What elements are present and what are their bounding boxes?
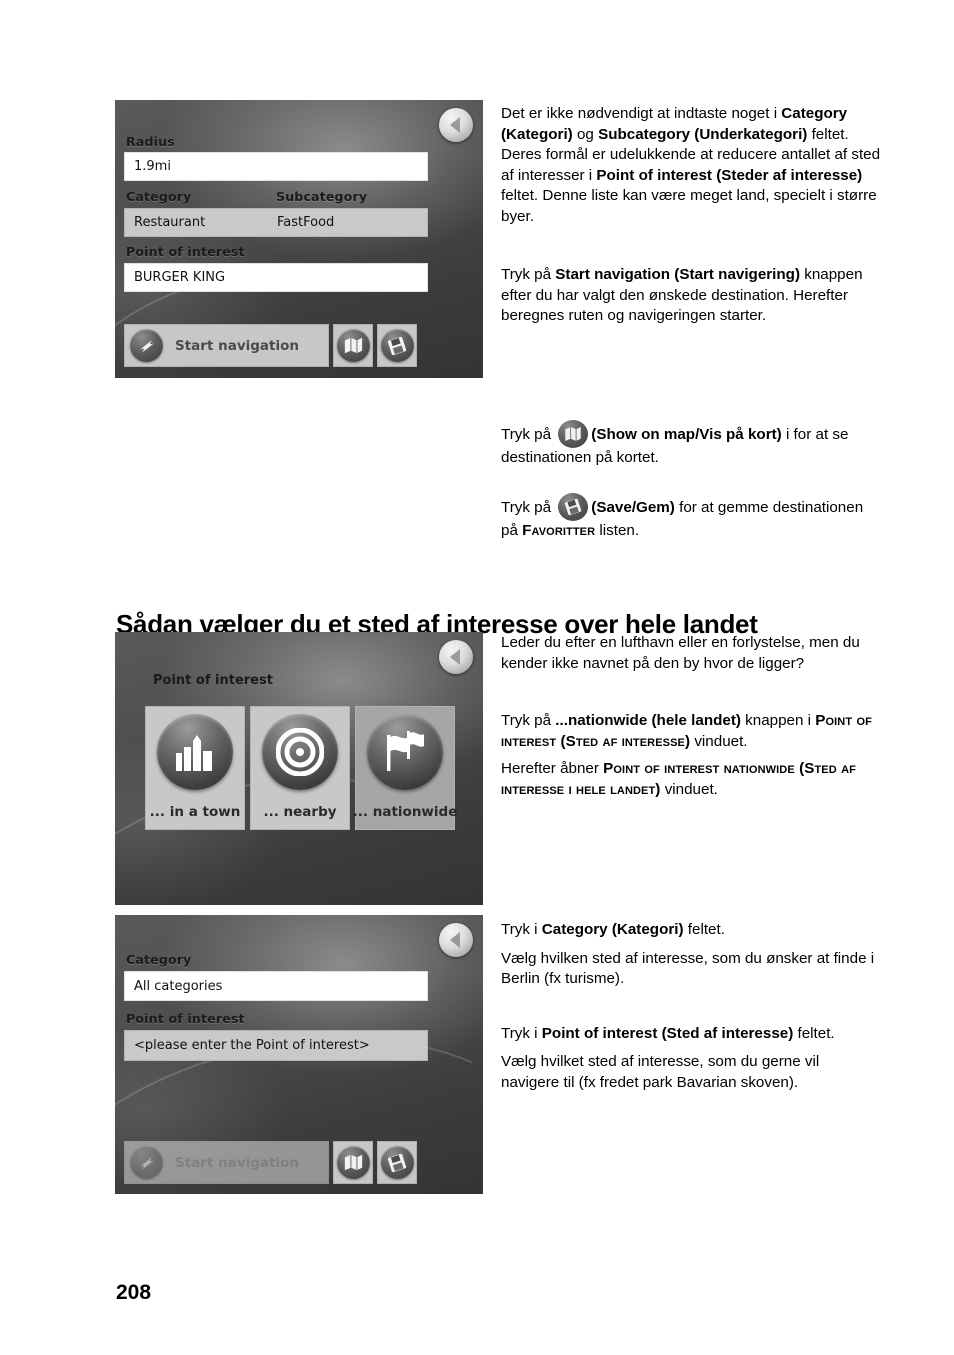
t: Point of interest (Sted af interesse): [541, 1024, 794, 1042]
paragraph-3: Tryk på (Show on map/Vis på kort) i for …: [501, 420, 881, 469]
paragraph-3: Tryk i Point of interest (Sted af intere…: [501, 1024, 881, 1045]
t: Category (Kategori): [541, 921, 684, 938]
t: Favoritter: [522, 521, 596, 539]
subcategory-label: Subcategory: [276, 189, 368, 204]
page-number: 208: [116, 1281, 152, 1304]
show-on-map-icon: [336, 1146, 370, 1179]
t: vinduet.: [690, 732, 748, 750]
t: feltet.: [683, 921, 725, 938]
t: Tryk på: [501, 266, 556, 283]
tile-in-a-town[interactable]: ... in a town: [145, 706, 245, 830]
radius-label: Radius: [126, 134, 175, 149]
t: Subcategory (Underkategori): [598, 125, 808, 143]
back-arrow-button[interactable]: [439, 640, 473, 674]
save-floppy-icon: [380, 1146, 414, 1179]
t: Point of interest (Steder af interesse): [596, 166, 863, 184]
point-of-interest-field[interactable]: <please enter the Point of interest>: [124, 1030, 428, 1061]
poi-chooser-title: Point of interest: [153, 673, 273, 688]
start-navigation-button[interactable]: Start navigation: [124, 1141, 329, 1184]
point-of-interest-label: Point of interest: [126, 1011, 245, 1026]
radius-field[interactable]: 1.9mi: [124, 152, 428, 181]
tile-label: ... in a town: [149, 804, 241, 820]
save-floppy-icon: [558, 492, 589, 521]
t: feltet. Denne liste kan være meget land,…: [501, 187, 877, 225]
tile-label: ... nationwide: [352, 804, 458, 820]
category-label: Category: [126, 952, 192, 967]
start-navigation-label: Start navigation: [175, 1154, 299, 1171]
show-on-map-button[interactable]: [333, 1141, 373, 1184]
t: Herefter åbner: [501, 760, 604, 777]
t: knappen i: [740, 712, 816, 729]
category-label: Category: [126, 189, 192, 204]
paragraph-3: Herefter åbner Point of interest nationw…: [501, 759, 881, 800]
t: Tryk på: [501, 712, 556, 729]
screenshot-poi-chooser: Point of interest ... in a town ... near…: [115, 632, 483, 905]
paragraph-2: Tryk på ...nationwide (hele landet) knap…: [501, 711, 881, 752]
poi-scope-tiles: ... in a town ... nearby ... nationwide: [145, 706, 458, 830]
back-arrow-button[interactable]: [439, 923, 473, 957]
t: Tryk i: [501, 921, 542, 938]
action-bar: Start navigation: [124, 1141, 417, 1184]
t: vinduet.: [660, 780, 718, 798]
paragraph-4: Vælg hvilket sted af interesse, som du g…: [501, 1053, 820, 1091]
tile-nationwide[interactable]: ... nationwide: [352, 706, 458, 830]
t: ...nationwide (hele landet): [555, 712, 741, 729]
t: Tryk på: [501, 498, 556, 516]
paragraph-1: Det er ikke nødvendigt at indtaste noget…: [501, 104, 881, 227]
point-of-interest-field[interactable]: BURGER KING: [124, 263, 428, 292]
paragraph-2: Vælg hvilken sted af interesse, som du ø…: [501, 949, 875, 988]
point-of-interest-label: Point of interest: [126, 244, 245, 259]
show-on-map-button[interactable]: [333, 324, 373, 367]
t: Start navigation (Start navigering): [555, 266, 801, 283]
action-bar: Start navigation: [124, 324, 417, 367]
tile-nearby[interactable]: ... nearby: [250, 706, 350, 830]
category-field[interactable]: All categories: [124, 971, 428, 1001]
save-floppy-icon: [380, 329, 414, 362]
start-navigation-icon: [130, 1146, 163, 1179]
save-button[interactable]: [377, 324, 417, 367]
start-navigation-icon: [130, 329, 163, 362]
t: og: [572, 125, 599, 143]
text-block-2: Leder du efter en lufthavn eller en forl…: [501, 633, 881, 800]
text-block-1: Det er ikke nødvendigt at indtaste noget…: [501, 104, 881, 327]
paragraph-4: Tryk på (Save/Gem) for at gemme destinat…: [501, 492, 881, 542]
paragraph-1: Tryk i Category (Kategori) feltet.: [501, 920, 881, 941]
text-block-1b: Tryk på (Show on map/Vis på kort) i for …: [501, 420, 881, 541]
save-button[interactable]: [377, 1141, 417, 1184]
category-value: Restaurant: [134, 215, 206, 230]
document-page: Radius 1.9mi Category Subcategory Restau…: [0, 0, 954, 1355]
t: Tryk på: [501, 426, 556, 443]
subcategory-value: FastFood: [277, 215, 335, 230]
t: (Save/Gem): [591, 498, 675, 516]
text-block-3: Tryk i Category (Kategori) feltet. Vælg …: [501, 920, 881, 1093]
tile-label: ... nearby: [263, 804, 337, 820]
t: Det er ikke nødvendigt at indtaste noget…: [501, 105, 782, 122]
back-arrow-button[interactable]: [439, 108, 473, 142]
start-navigation-label: Start navigation: [175, 337, 299, 354]
show-on-map-icon: [558, 420, 589, 448]
target-rings-icon: [262, 714, 338, 790]
paragraph-1: Leder du efter en lufthavn eller en forl…: [501, 634, 860, 672]
category-field[interactable]: Restaurant FastFood: [124, 208, 428, 237]
show-on-map-icon: [336, 329, 370, 362]
t: Tryk i: [501, 1024, 542, 1042]
city-buildings-icon: [157, 714, 233, 790]
t: (Show on map/Vis på kort): [591, 426, 782, 443]
t: listen.: [595, 521, 640, 539]
flags-icon: [367, 714, 443, 790]
t: feltet.: [793, 1024, 835, 1042]
screenshot-poi-nearby-result: Radius 1.9mi Category Subcategory Restau…: [115, 100, 483, 378]
screenshot-poi-nationwide: Category All categories Point of interes…: [115, 915, 483, 1194]
start-navigation-button[interactable]: Start navigation: [124, 324, 329, 367]
paragraph-2: Tryk på Start navigation (Start navigeri…: [501, 265, 881, 327]
